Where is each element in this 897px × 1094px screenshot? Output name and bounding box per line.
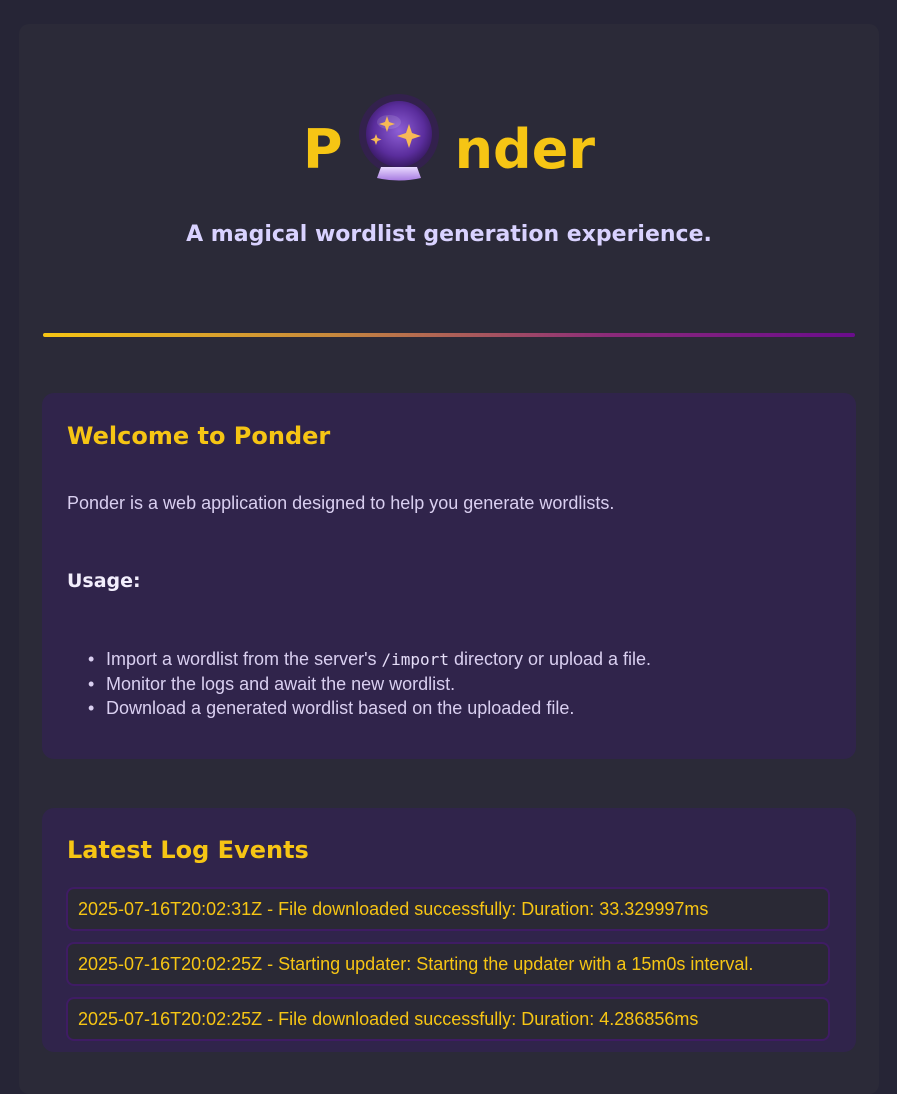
usage-step-text: Import a wordlist from the server's bbox=[106, 649, 382, 669]
log-event-item: 2025-07-16T20:02:31Z - File downloaded s… bbox=[66, 887, 830, 931]
log-events-card: Latest Log Events 2025-07-16T20:02:31Z -… bbox=[42, 808, 856, 1052]
usage-step-text: Download a generated wordlist based on t… bbox=[106, 698, 575, 718]
usage-step: Import a wordlist from the server's /imp… bbox=[88, 647, 651, 672]
usage-steps-list: Import a wordlist from the server's /imp… bbox=[88, 647, 651, 720]
tagline: A magical wordlist generation experience… bbox=[186, 222, 712, 247]
log-events-title: Latest Log Events bbox=[67, 836, 309, 864]
usage-heading: Usage: bbox=[67, 570, 141, 592]
usage-step: Monitor the logs and await the new wordl… bbox=[88, 672, 651, 696]
log-event-item: 2025-07-16T20:02:25Z - File downloaded s… bbox=[66, 997, 830, 1041]
usage-step-text: Monitor the logs and await the new wordl… bbox=[106, 674, 456, 694]
welcome-intro: Ponder is a web application designed to … bbox=[67, 493, 615, 513]
gradient-divider bbox=[43, 333, 855, 337]
usage-step-text: directory or upload a file. bbox=[448, 649, 652, 669]
welcome-card: Welcome to Ponder Ponder is a web applic… bbox=[42, 393, 856, 759]
usage-step: Download a generated wordlist based on t… bbox=[88, 696, 651, 720]
import-path-code: /import bbox=[381, 650, 449, 669]
log-event-item: 2025-07-16T20:02:25Z - Starting updater:… bbox=[66, 942, 830, 986]
brand-letters-nder: nder bbox=[454, 118, 595, 181]
welcome-title: Welcome to Ponder bbox=[67, 422, 331, 450]
brand-logo: P nder bbox=[19, 94, 879, 190]
brand-letter-p: P bbox=[303, 118, 343, 181]
main-container: P nder A magical wordlist generation exp… bbox=[19, 24, 879, 1094]
log-events-list[interactable]: 2025-07-16T20:02:31Z - File downloaded s… bbox=[66, 887, 830, 1052]
crystal-ball-icon bbox=[349, 90, 449, 190]
